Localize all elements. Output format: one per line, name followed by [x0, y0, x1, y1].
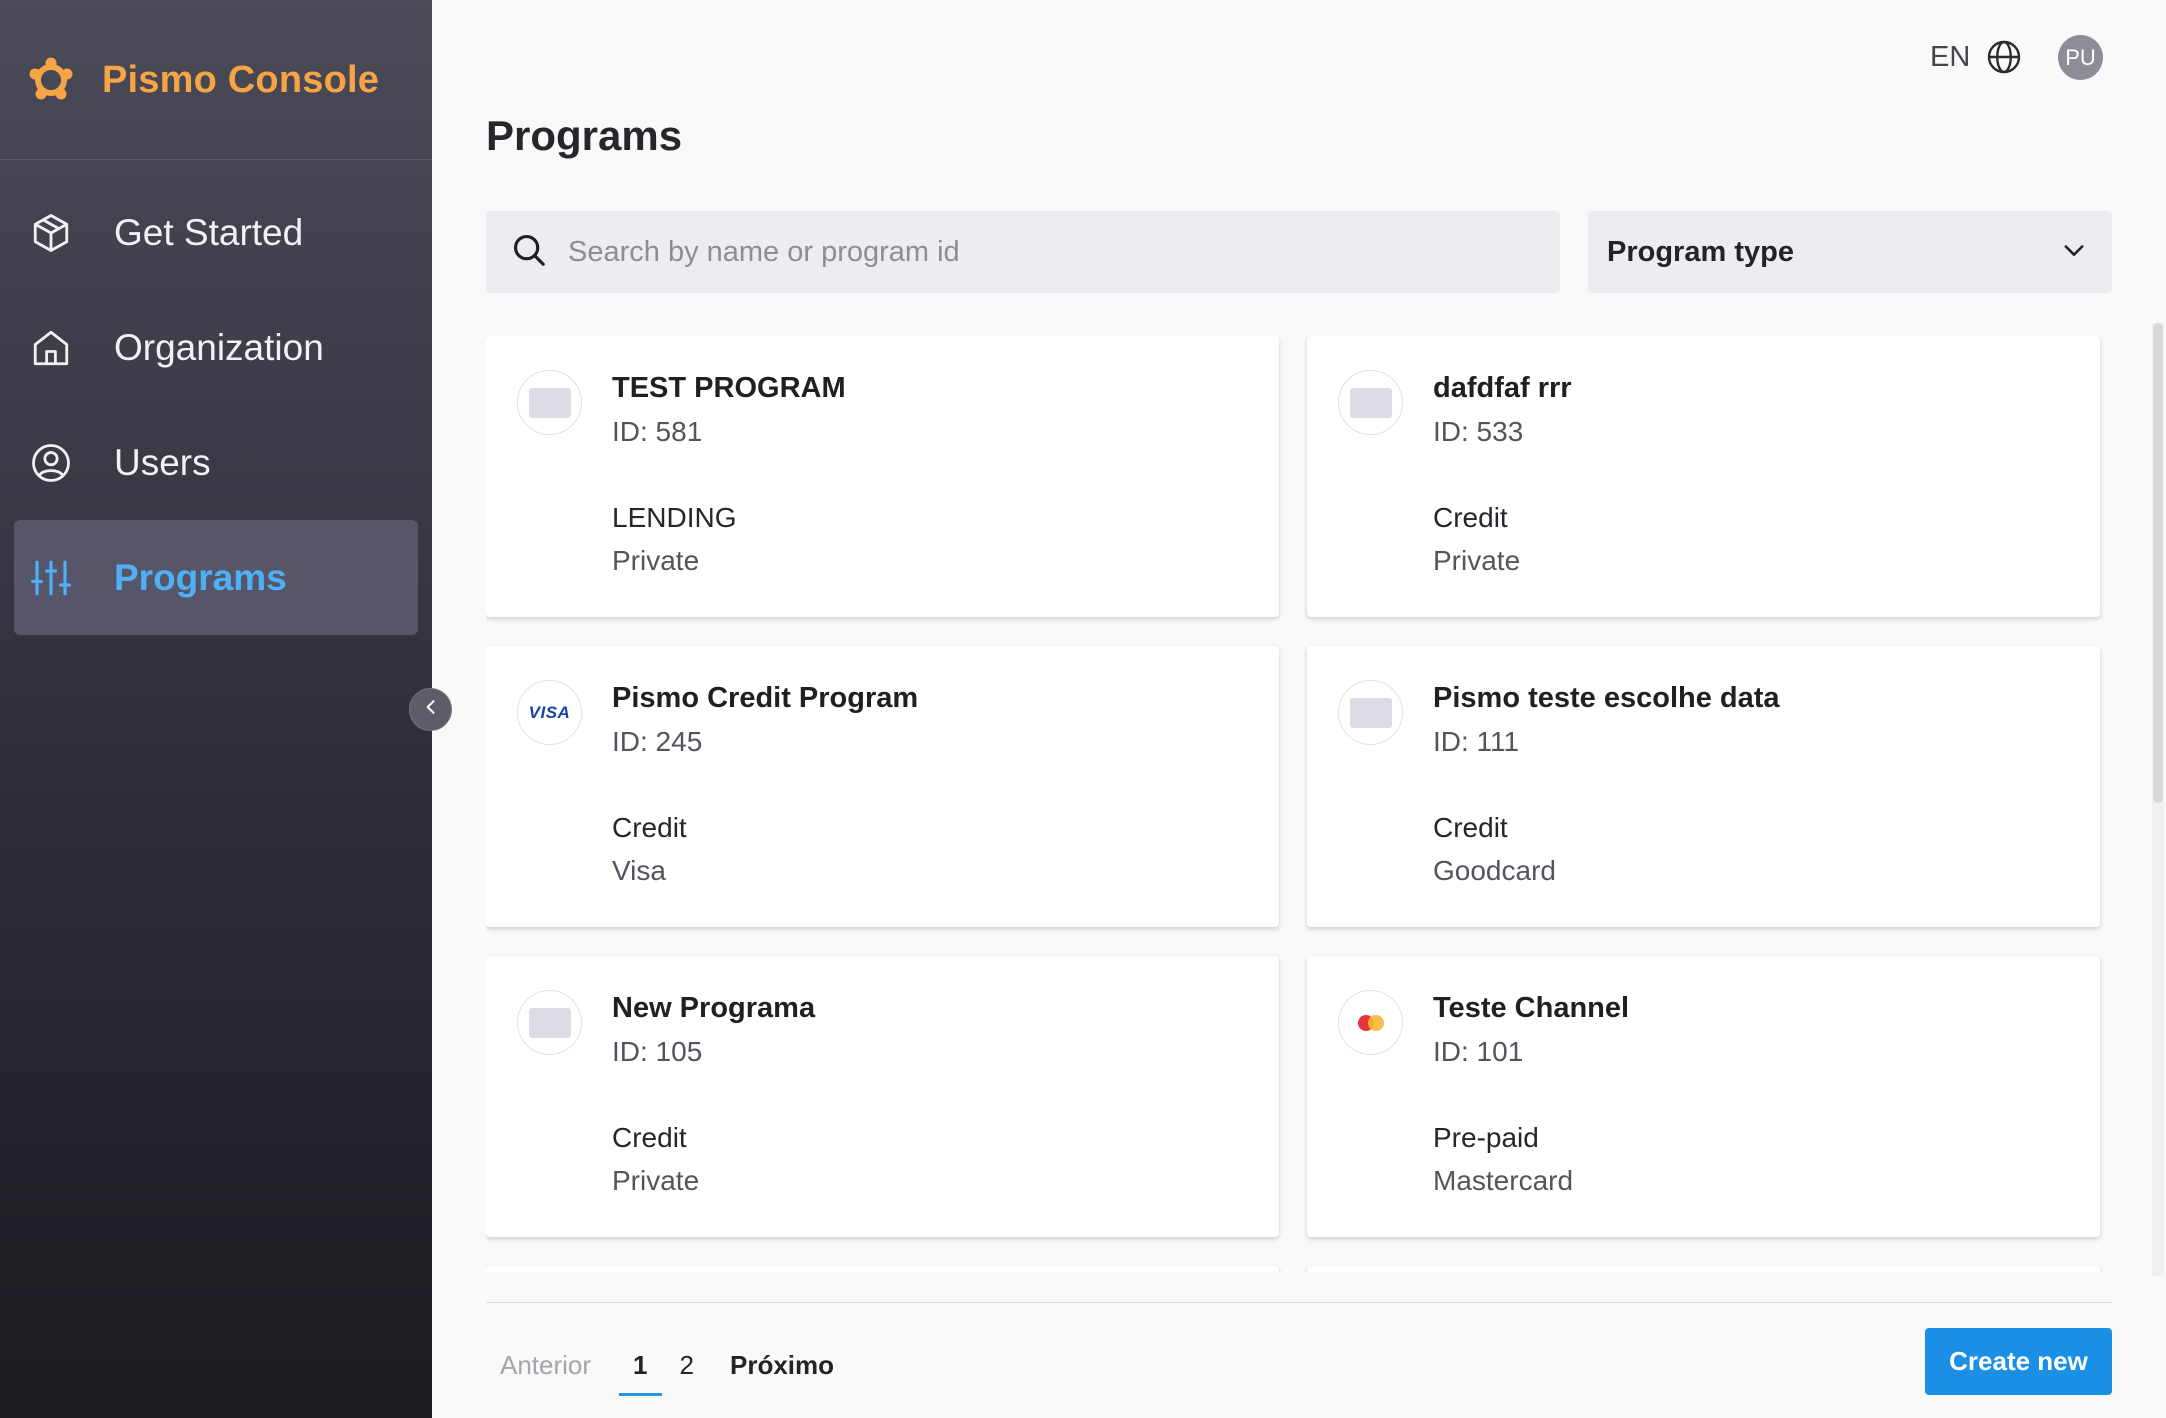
pismo-logo-icon: [28, 57, 74, 103]
program-brand: Goodcard: [1433, 855, 1556, 886]
program-card-partial[interactable]: [486, 1266, 1279, 1272]
program-id: ID: 533: [1433, 416, 1524, 447]
program-id: ID: 105: [612, 1036, 703, 1067]
globe-icon: [1986, 39, 2022, 75]
sidebar: Pismo Console Get Started Organization U…: [0, 0, 432, 1418]
chevron-down-icon: [2060, 236, 2088, 269]
avatar[interactable]: PU: [2058, 35, 2103, 80]
sidebar-item-label: Organization: [114, 326, 324, 368]
pagination-page-1[interactable]: 1: [619, 1340, 662, 1396]
pagination-page-2[interactable]: 2: [666, 1340, 708, 1390]
program-card[interactable]: Teste Channel ID: 101 Pre-paid Mastercar…: [1307, 956, 2100, 1237]
card-placeholder-icon: [517, 370, 582, 435]
card-placeholder-icon: [1338, 370, 1403, 435]
program-name: dafdfaf rrr: [1433, 372, 1572, 404]
program-brand: Private: [1433, 545, 1521, 576]
chevron-left-icon: [421, 697, 441, 722]
pagination-next[interactable]: Próximo: [730, 1350, 834, 1381]
pagination: Anterior 1 2 Próximo: [500, 1340, 834, 1396]
program-id: ID: 581: [612, 416, 703, 447]
program-type: Credit: [612, 1122, 687, 1153]
home-icon: [28, 325, 74, 371]
card-placeholder-icon: [517, 990, 582, 1055]
visa-logo-icon: VISA: [517, 680, 582, 745]
program-type: Pre-paid: [1433, 1122, 1539, 1153]
program-brand: Visa: [612, 855, 666, 886]
program-brand: Private: [612, 545, 700, 576]
mastercard-logo-icon: [1338, 990, 1403, 1055]
brand[interactable]: Pismo Console: [28, 52, 379, 108]
search-box: [486, 211, 1560, 293]
program-type: Credit: [1433, 812, 1508, 843]
pagination-prev[interactable]: Anterior: [500, 1350, 591, 1381]
card-placeholder-icon: [1338, 680, 1403, 745]
program-card[interactable]: New Programa ID: 105 Credit Private: [486, 956, 1279, 1237]
user-circle-icon: [28, 440, 74, 486]
program-name: New Programa: [612, 992, 816, 1024]
scrollbar-thumb[interactable]: [2153, 323, 2163, 803]
program-list: TEST PROGRAM ID: 581 LENDING Private daf…: [486, 336, 2112, 1272]
program-name: Teste Channel: [1433, 992, 1630, 1024]
program-name: Pismo Credit Program: [612, 682, 919, 714]
program-brand: Private: [612, 1165, 700, 1196]
sidebar-item-programs[interactable]: Programs: [14, 520, 418, 635]
program-card[interactable]: VISA Pismo Credit Program ID: 245 Credit…: [486, 646, 1279, 927]
program-name: TEST PROGRAM: [612, 372, 846, 404]
program-card-partial[interactable]: [1307, 1266, 2100, 1272]
search-icon: [510, 231, 548, 274]
sidebar-item-get-started[interactable]: Get Started: [14, 175, 418, 290]
program-type-label: Program type: [1607, 235, 1794, 268]
program-card[interactable]: TEST PROGRAM ID: 581 LENDING Private: [486, 336, 1279, 617]
sidebar-item-label: Programs: [114, 556, 287, 598]
sidebar-divider: [0, 159, 432, 160]
program-id: ID: 101: [1433, 1036, 1524, 1067]
program-card[interactable]: dafdfaf rrr ID: 533 Credit Private: [1307, 336, 2100, 617]
program-id: ID: 111: [1433, 726, 1520, 757]
create-new-button[interactable]: Create new: [1925, 1328, 2112, 1395]
program-type-select[interactable]: Program type: [1588, 211, 2112, 293]
collapse-sidebar-button[interactable]: [409, 688, 452, 731]
visa-logo-text: VISA: [528, 702, 571, 722]
sliders-icon: [28, 555, 74, 601]
program-brand: Mastercard: [1433, 1165, 1574, 1196]
search-input[interactable]: [568, 235, 1528, 269]
cube-icon: [28, 210, 74, 256]
program-type: Credit: [612, 812, 687, 843]
program-name: Pismo teste escolhe data: [1433, 682, 1780, 714]
program-card[interactable]: Pismo teste escolhe data ID: 111 Credit …: [1307, 646, 2100, 927]
page-title: Programs: [486, 112, 683, 159]
program-type: Credit: [1433, 502, 1508, 533]
language-code: EN: [1930, 40, 1971, 73]
brand-name: Pismo Console: [102, 58, 380, 101]
sidebar-item-organization[interactable]: Organization: [14, 290, 418, 405]
sidebar-item-label: Get Started: [114, 211, 304, 253]
program-id: ID: 245: [612, 726, 703, 757]
sidebar-item-label: Users: [114, 441, 211, 483]
program-type: LENDING: [612, 502, 737, 533]
sidebar-item-users[interactable]: Users: [14, 405, 418, 520]
language-switcher[interactable]: EN: [1930, 36, 2022, 78]
footer-divider: [486, 1302, 2112, 1303]
sidebar-nav: Get Started Organization Users Programs: [14, 175, 418, 635]
